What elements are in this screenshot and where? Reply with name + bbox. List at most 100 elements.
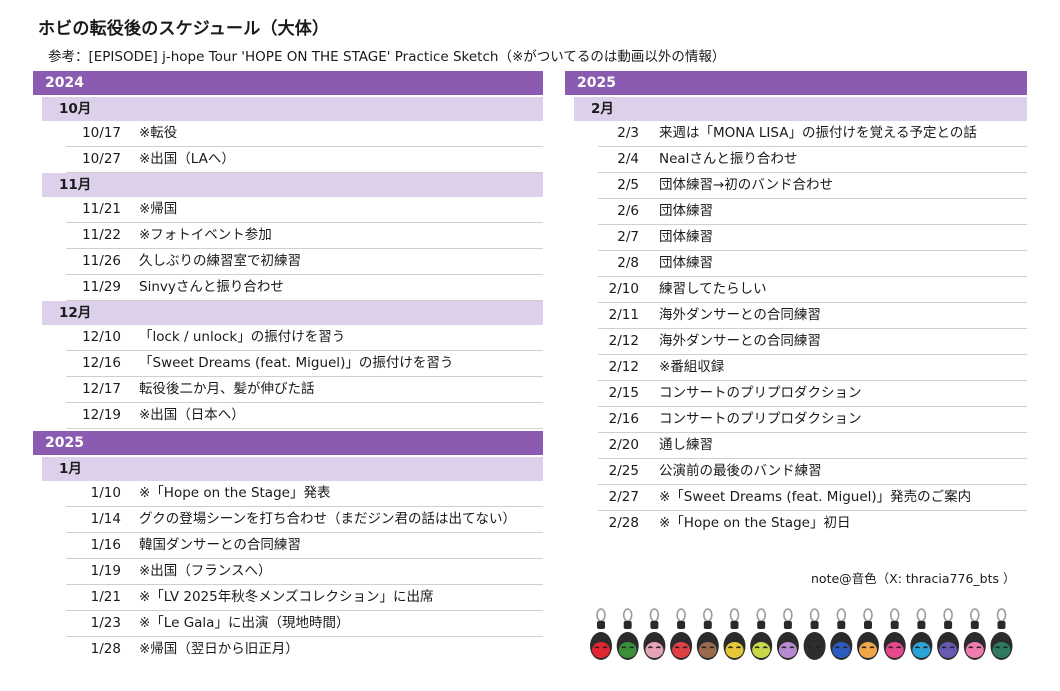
row-date: 2/28 <box>608 515 639 531</box>
row-event: 団体練習 <box>659 229 713 245</box>
row-event: ※「Hope on the Stage」発表 <box>139 485 331 501</box>
month-header-jan: 1月 <box>42 457 543 481</box>
charm-icon <box>590 608 612 660</box>
row-event: ※「Le Gala」に出演（現地時間） <box>139 615 350 631</box>
row-date: 10/17 <box>82 125 121 141</box>
schedule-row: 2/6 団体練習 <box>598 199 1027 225</box>
row-date: 12/16 <box>82 355 121 371</box>
row-event: 団体練習 <box>659 203 713 219</box>
row-event: 公演前の最後のバンド練習 <box>659 463 822 479</box>
row-date: 11/21 <box>82 201 121 217</box>
schedule-row: 2/12 ※番組収録 <box>598 355 1027 381</box>
row-event: 韓国ダンサーとの合同練習 <box>139 537 301 553</box>
schedule-row: 1/16 韓国ダンサーとの合同練習 <box>66 533 543 559</box>
row-date: 2/16 <box>608 411 639 427</box>
row-event: コンサートのプリプロダクション <box>659 411 862 427</box>
schedule-row: 2/20 通し練習 <box>598 433 1027 459</box>
row-event: 海外ダンサーとの合同練習 <box>659 333 821 349</box>
row-date: 2/3 <box>617 125 639 141</box>
charm-icon <box>723 608 746 660</box>
schedule-row: 12/19 ※出国（日本へ） <box>66 403 543 429</box>
schedule-row: 1/10 ※「Hope on the Stage」発表 <box>66 481 543 507</box>
row-date: 1/10 <box>90 485 121 501</box>
charm-icon <box>857 608 879 660</box>
schedule-row: 2/3 来週は「MONA LISA」の振付けを覚える予定との話 <box>598 121 1027 147</box>
row-event: Nealさんと振り合わせ <box>659 151 798 167</box>
row-event: ※「LV 2025年秋冬メンズコレクション」に出席 <box>139 589 434 605</box>
schedule-row: 1/21 ※「LV 2025年秋冬メンズコレクション」に出席 <box>66 585 543 611</box>
row-event: ※転役 <box>139 125 178 141</box>
schedule-row: 12/10 「lock / unlock」の振付けを習う <box>66 325 543 351</box>
schedule-row: 2/10 練習してたらしい <box>598 277 1027 303</box>
row-event: 「Sweet Dreams (feat. Miguel)」の振付けを習う <box>139 355 454 371</box>
schedule-row: 2/11 海外ダンサーとの合同練習 <box>598 303 1027 329</box>
row-event: 練習してたらしい <box>659 281 767 297</box>
row-date: 11/26 <box>82 253 121 269</box>
schedule-row: 11/21 ※帰国 <box>66 197 543 223</box>
schedule-row: 2/28 ※「Hope on the Stage」初日 <box>598 511 1027 536</box>
charm-icon <box>963 608 986 660</box>
month-header-dec: 12月 <box>42 301 543 325</box>
month-header-feb: 2月 <box>574 97 1027 121</box>
row-event: ※フォトイベント参加 <box>139 227 272 243</box>
schedule-row: 1/28 ※帰国（翌日から旧正月） <box>66 637 543 662</box>
year-header-2024: 2024 <box>33 71 543 95</box>
row-event: 団体練習→初のバンド合わせ <box>659 177 833 193</box>
row-event: ※出国（LAへ） <box>139 151 235 167</box>
charm-icon <box>696 608 719 660</box>
row-date: 12/17 <box>82 381 121 397</box>
row-event: 来週は「MONA LISA」の振付けを覚える予定との話 <box>659 125 977 141</box>
charm-icon <box>643 608 666 660</box>
row-event: ※出国（フランスへ） <box>139 563 272 579</box>
row-date: 2/15 <box>608 385 639 401</box>
row-event: ※番組収録 <box>659 359 725 375</box>
row-date: 2/10 <box>608 281 639 297</box>
row-date: 2/5 <box>617 177 639 193</box>
schedule-row: 11/29 Sinvyさんと振り合わせ <box>66 275 543 301</box>
row-event: 通し練習 <box>659 437 713 453</box>
row-date: 1/21 <box>90 589 121 605</box>
row-date: 2/25 <box>608 463 639 479</box>
year-header-2025: 2025 <box>33 431 543 455</box>
schedule-row: 1/23 ※「Le Gala」に出演（現地時間） <box>66 611 543 637</box>
row-date: 2/8 <box>617 255 639 271</box>
charm-icon <box>830 608 853 660</box>
row-event: 団体練習 <box>659 255 713 271</box>
author-credit: note@音色（X: thracia776_bts ） <box>811 571 1016 586</box>
schedule-row: 2/25 公演前の最後のバンド練習 <box>598 459 1027 485</box>
row-event: ※帰国（翌日から旧正月） <box>139 641 299 657</box>
charm-icon <box>750 608 773 660</box>
schedule-row: 1/14 グクの登場シーンを打ち合わせ（まだジン君の話は出てない） <box>66 507 543 533</box>
row-date: 2/6 <box>617 203 639 219</box>
row-date: 10/27 <box>82 151 121 167</box>
charm-icon <box>990 608 1013 660</box>
row-date: 2/12 <box>608 333 639 349</box>
left-column: 2024 10月 10/17 ※転役 10/27 ※出国（LAへ） 11月 11/2… <box>33 71 543 662</box>
reference-note: 参考：[EPISODE] j-hope Tour 'HOPE ON THE ST… <box>48 49 726 65</box>
row-event: 久しぶりの練習室で初練習 <box>139 253 301 269</box>
row-event: グクの登場シーンを打ち合わせ（まだジン君の話は出てない） <box>139 511 517 527</box>
schedule-row: 2/15 コンサートのプリプロダクション <box>598 381 1027 407</box>
row-date: 1/19 <box>90 563 121 579</box>
row-event: 海外ダンサーとの合同練習 <box>659 307 821 323</box>
page-title: ホビの転役後のスケジュール（大体） <box>38 19 330 39</box>
right-column: 2025 2月 2/3 来週は「MONA LISA」の振付けを覚える予定との話 2… <box>565 71 1027 536</box>
schedule-row: 10/27 ※出国（LAへ） <box>66 147 543 173</box>
month-header-oct: 10月 <box>42 97 543 121</box>
charm-icon <box>803 608 826 660</box>
row-date: 2/12 <box>608 359 639 375</box>
charm-icon <box>883 608 906 660</box>
row-event: ※帰国 <box>139 201 178 217</box>
charm-icon <box>910 608 933 660</box>
keychain-charms-illustration <box>590 608 1013 660</box>
schedule-row: 2/16 コンサートのプリプロダクション <box>598 407 1027 433</box>
row-date: 2/11 <box>608 307 639 323</box>
row-date: 11/29 <box>82 279 121 295</box>
year-header-2025: 2025 <box>565 71 1027 95</box>
row-event: 転役後二か月、髪が伸びた話 <box>139 381 315 397</box>
schedule-row: 12/17 転役後二か月、髪が伸びた話 <box>66 377 543 403</box>
row-date: 2/4 <box>617 151 639 167</box>
schedule-row: 2/7 団体練習 <box>598 225 1027 251</box>
schedule-row: 2/4 Nealさんと振り合わせ <box>598 147 1027 173</box>
row-event: ※「Sweet Dreams (feat. Miguel)」発売のご案内 <box>659 489 972 505</box>
